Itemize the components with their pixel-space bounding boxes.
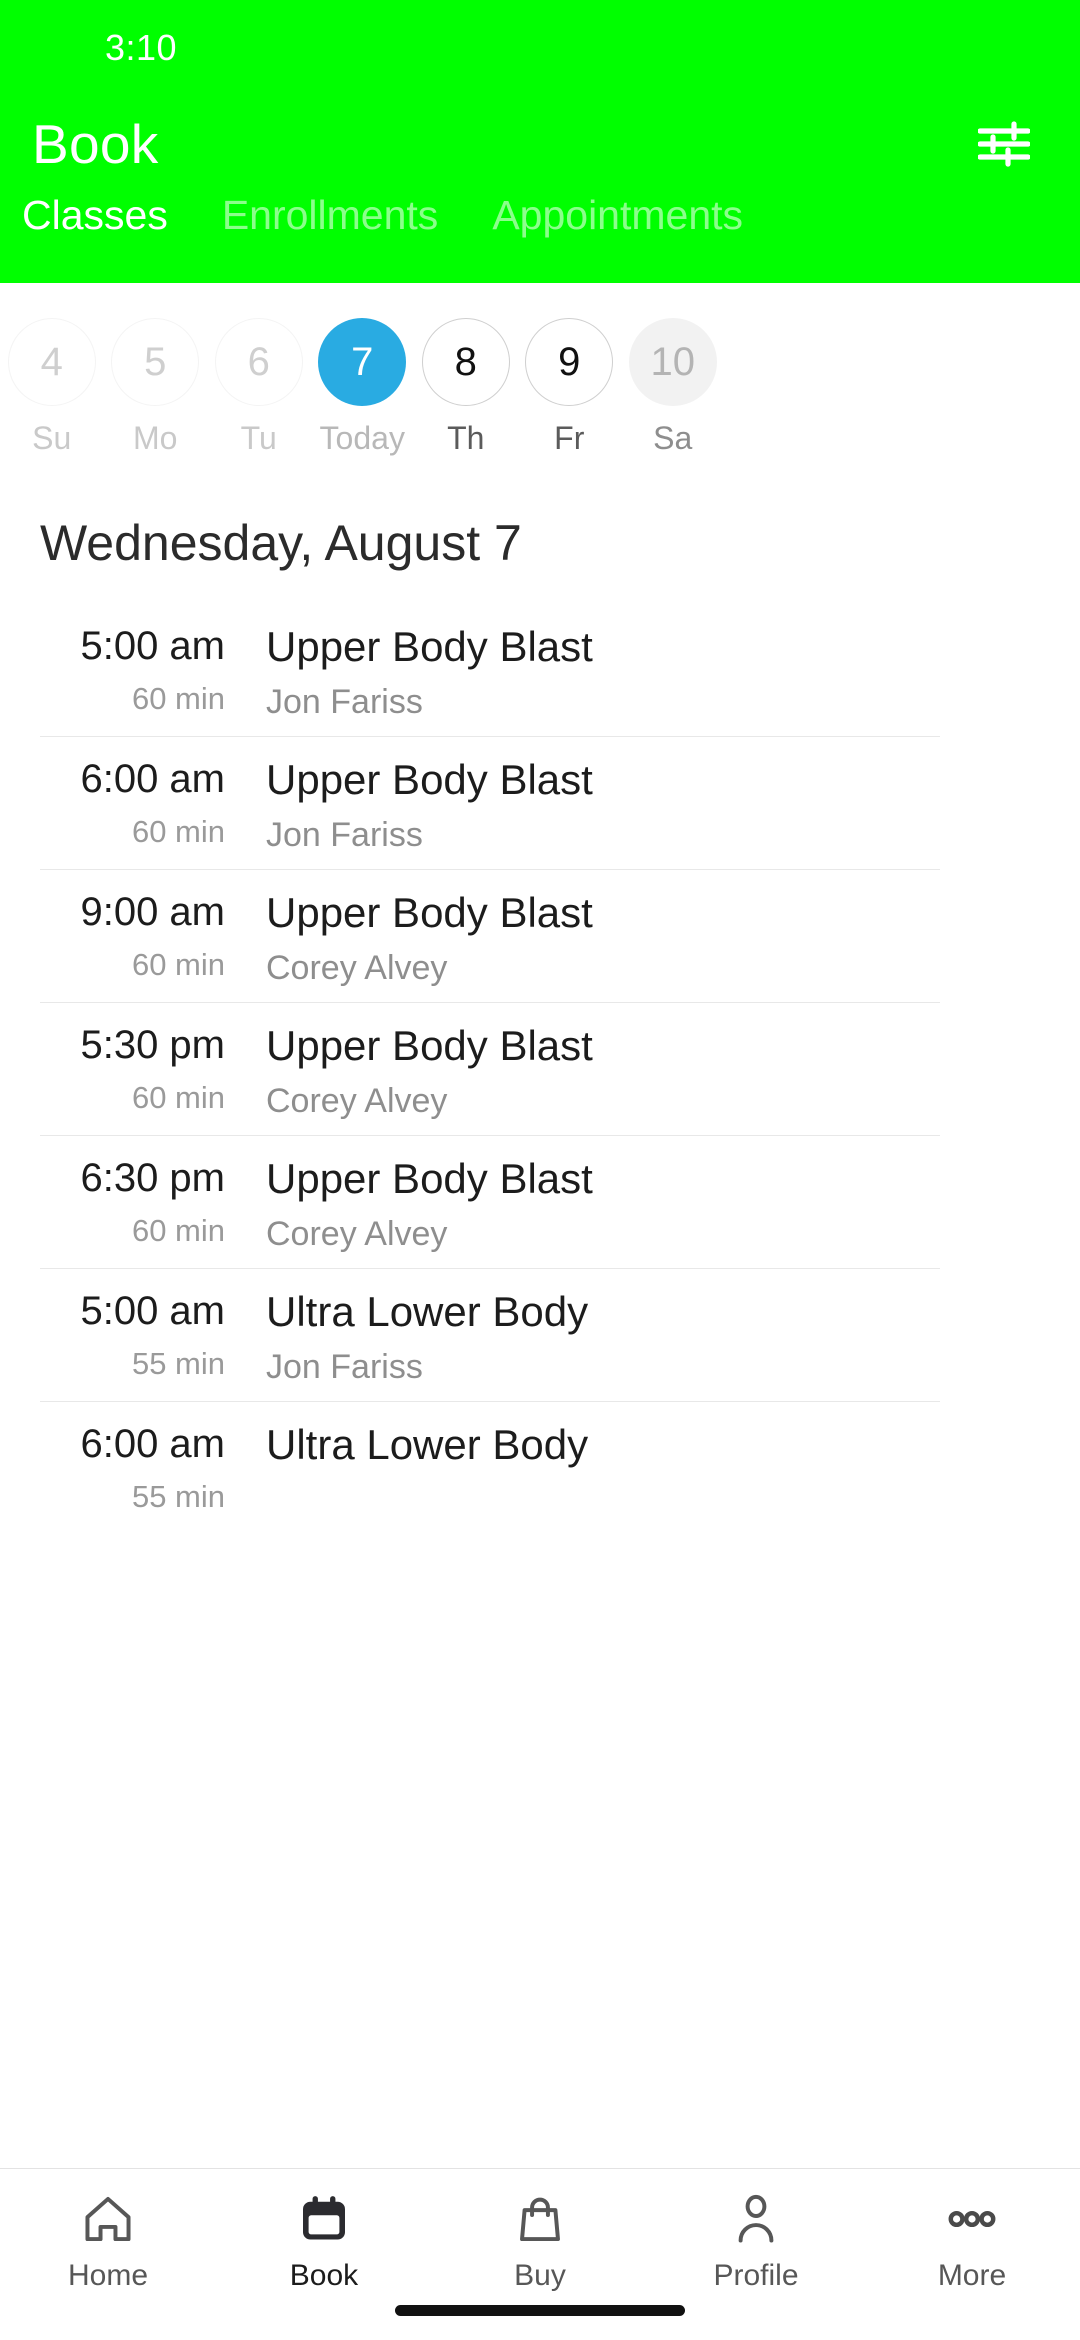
date-weekday-6: Tu (240, 420, 277, 456)
nav-label-home: Home (67, 2259, 149, 2292)
class-instructor: Jon Fariss (266, 683, 423, 722)
class-list[interactable]: 5:00 am 60 min Upper Body Blast Jon Fari… (0, 603, 1080, 2168)
status-bar-clock: 3:10 (105, 27, 178, 68)
class-title: Ultra Lower Body (266, 1421, 589, 1468)
class-time-block: 9:00 am 60 min (40, 891, 225, 983)
date-number-5: 5 (111, 318, 200, 406)
class-info-block: Upper Body Blast Corey Alvey (266, 1022, 593, 1121)
date-number-8: 8 (421, 318, 510, 406)
app-header: 3:10 Book Classes Enrollments Appointmen… (0, 0, 1080, 283)
nav-label-profile: Profile (713, 2259, 799, 2292)
class-title: Upper Body Blast (266, 889, 593, 936)
date-weekday-10: Sa (653, 420, 693, 456)
date-weekday-9: Fr (554, 420, 585, 456)
class-duration: 60 min (131, 1213, 225, 1248)
class-time-block: 5:00 am 55 min (40, 1290, 225, 1382)
nav-label-more: More (937, 2259, 1007, 2292)
date-cell-9[interactable]: 9 Fr (518, 318, 622, 457)
class-title: Upper Body Blast (266, 623, 593, 670)
nav-label-buy: Buy (514, 2259, 566, 2292)
class-duration: 60 min (131, 947, 225, 982)
class-info-block: Upper Body Blast Jon Fariss (266, 623, 593, 722)
class-duration: 55 min (131, 1346, 225, 1381)
class-time: 6:00 am (80, 757, 225, 801)
class-title: Upper Body Blast (266, 756, 593, 803)
nav-label-book: Book (289, 2259, 359, 2292)
status-bar: 3:10 (0, 0, 1080, 96)
tab-appointments[interactable]: Appointments (492, 192, 771, 239)
class-info-block: Ultra Lower Body (266, 1421, 589, 1481)
nav-item-book[interactable]: Book (216, 2187, 432, 2340)
class-row[interactable]: 6:30 pm 60 min Upper Body Blast Corey Al… (0, 1135, 1080, 1268)
class-time: 5:30 pm (80, 1023, 225, 1067)
class-duration: 60 min (131, 1080, 225, 1115)
date-weekday-8: Th (447, 420, 485, 456)
page-title: Book (32, 113, 159, 175)
date-number-10: 10 (628, 318, 717, 406)
person-icon (728, 2187, 784, 2251)
date-number-6: 6 (214, 318, 303, 406)
class-title: Upper Body Blast (266, 1022, 593, 1069)
date-weekday-5: Mo (133, 420, 178, 456)
class-instructor: Jon Fariss (266, 1348, 423, 1387)
nav-item-buy[interactable]: Buy (432, 2187, 648, 2340)
class-time: 5:00 am (80, 1289, 225, 1333)
class-duration: 60 min (131, 814, 225, 849)
date-cell-6[interactable]: 6 Tu (207, 318, 311, 457)
date-weekday-7: Today (319, 420, 405, 456)
nav-item-profile[interactable]: Profile (648, 2187, 864, 2340)
class-title: Ultra Lower Body (266, 1288, 589, 1335)
class-duration: 60 min (131, 681, 225, 716)
header-title-row: Book (0, 96, 1080, 192)
class-time: 6:00 am (80, 1422, 225, 1466)
ellipsis-icon (944, 2187, 1000, 2251)
home-icon (80, 2187, 136, 2251)
tab-classes[interactable]: Classes (22, 192, 196, 239)
class-row[interactable]: 9:00 am 60 min Upper Body Blast Corey Al… (0, 869, 1080, 1002)
class-time-block: 6:00 am 55 min (40, 1423, 225, 1515)
class-row[interactable]: 5:00 am 55 min Ultra Lower Body Jon Fari… (0, 1268, 1080, 1401)
date-cell-7-selected[interactable]: 7 Today (311, 318, 415, 457)
tab-enrollments[interactable]: Enrollments (222, 192, 466, 239)
date-cell-5[interactable]: 5 Mo (104, 318, 208, 457)
class-time-block: 5:30 pm 60 min (40, 1024, 225, 1116)
class-duration: 55 min (131, 1479, 225, 1514)
class-instructor: Corey Alvey (266, 1082, 448, 1121)
class-time-block: 6:30 pm 60 min (40, 1157, 225, 1249)
class-instructor: Corey Alvey (266, 949, 448, 988)
date-strip: 4 Su 5 Mo 6 Tu 7 Today 8 Th 9 Fr 10 Sa (0, 283, 1080, 483)
class-info-block: Upper Body Blast Corey Alvey (266, 889, 593, 988)
class-row[interactable]: 6:00 am 60 min Upper Body Blast Jon Fari… (0, 736, 1080, 869)
class-instructor: Jon Fariss (266, 816, 423, 855)
class-time-block: 6:00 am 60 min (40, 758, 225, 850)
class-row[interactable]: 5:00 am 60 min Upper Body Blast Jon Fari… (0, 603, 1080, 736)
date-number-9: 9 (525, 318, 614, 406)
date-number-4: 4 (7, 318, 96, 406)
bag-icon (512, 2187, 568, 2251)
class-row[interactable]: 6:00 am 55 min Ultra Lower Body (0, 1401, 1080, 1534)
class-row[interactable]: 5:30 pm 60 min Upper Body Blast Corey Al… (0, 1002, 1080, 1135)
schedule-date-heading: Wednesday, August 7 (0, 483, 1080, 603)
calendar-icon (296, 2187, 352, 2251)
class-time: 5:00 am (80, 624, 225, 668)
header-tabs: Classes Enrollments Appointments (0, 192, 1080, 255)
sliders-filter-icon[interactable] (972, 112, 1036, 176)
date-cell-4[interactable]: 4 Su (0, 318, 104, 457)
class-info-block: Ultra Lower Body Jon Fariss (266, 1288, 589, 1387)
class-title: Upper Body Blast (266, 1155, 593, 1202)
class-instructor: Corey Alvey (266, 1215, 448, 1254)
class-time: 9:00 am (80, 890, 225, 934)
class-time-block: 5:00 am 60 min (40, 625, 225, 717)
date-cell-10[interactable]: 10 Sa (621, 318, 725, 457)
date-number-7: 7 (318, 318, 407, 406)
nav-item-more[interactable]: More (864, 2187, 1080, 2340)
date-weekday-4: Su (32, 420, 72, 456)
class-time: 6:30 pm (80, 1156, 225, 1200)
home-indicator (395, 2305, 685, 2316)
nav-item-home[interactable]: Home (0, 2187, 216, 2340)
class-info-block: Upper Body Blast Jon Fariss (266, 756, 593, 855)
app-screen: 3:10 Book Classes Enrollments Appointmen… (0, 0, 1080, 2340)
date-cell-8[interactable]: 8 Th (414, 318, 518, 457)
class-info-block: Upper Body Blast Corey Alvey (266, 1155, 593, 1254)
